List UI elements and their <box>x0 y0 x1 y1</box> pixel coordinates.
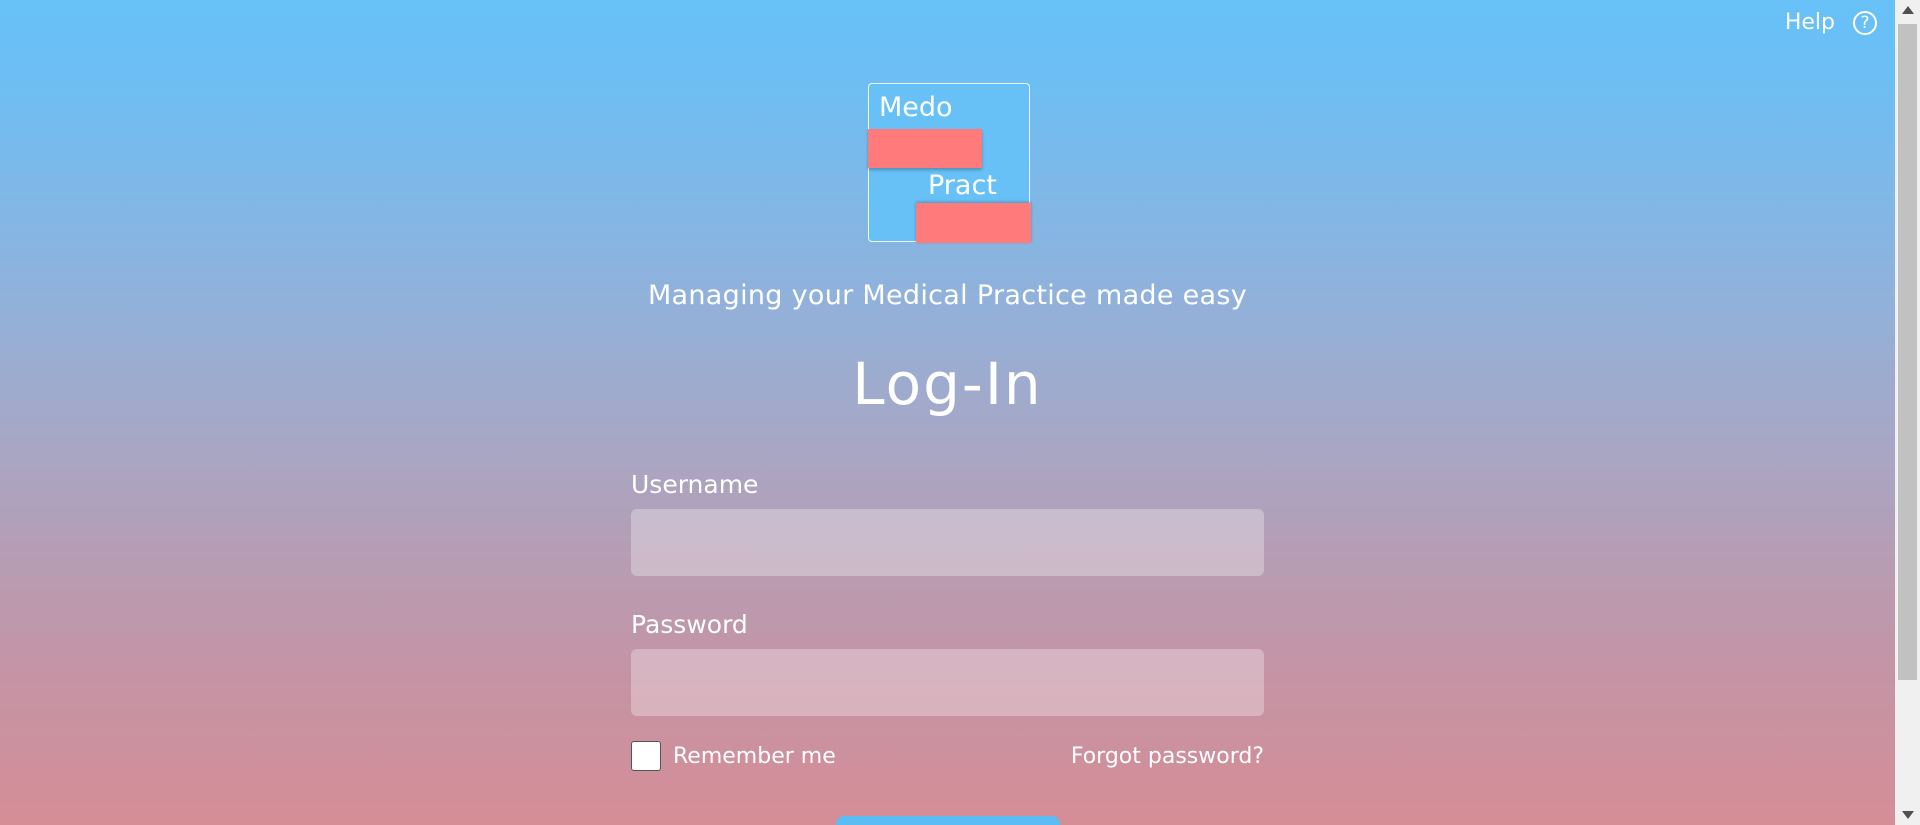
scroll-down-arrow-icon[interactable] <box>1902 811 1914 819</box>
remember-me: Remember me <box>631 741 836 771</box>
vertical-scrollbar[interactable] <box>1895 0 1920 825</box>
logo-bar-bottom <box>916 203 1031 243</box>
form-options-row: Remember me Forgot password? <box>631 741 1264 771</box>
logo-bar-top <box>868 129 982 168</box>
forgot-password-link[interactable]: Forgot password? <box>1071 744 1264 769</box>
medopract-logo: Medo Pract <box>868 83 1031 243</box>
login-button[interactable] <box>836 816 1060 825</box>
username-group: Username <box>631 470 1264 576</box>
logo-text-bottom: Pract <box>928 170 997 201</box>
logo-text-top: Medo <box>879 92 953 123</box>
help-link[interactable]: Help ? <box>1785 10 1877 35</box>
page-title: Log-In <box>852 350 1043 418</box>
help-label: Help <box>1784 10 1835 35</box>
password-input[interactable] <box>631 649 1264 716</box>
tagline: Managing your Medical Practice made easy <box>647 280 1248 311</box>
login-form: Username Password Remember me Forgot pas… <box>631 470 1264 771</box>
login-page: Help ? Medo Pract Managing your Medical … <box>0 0 1895 825</box>
password-label: Password <box>631 610 748 639</box>
scroll-thumb[interactable] <box>1898 24 1917 680</box>
username-input[interactable] <box>631 509 1264 576</box>
remember-me-label: Remember me <box>673 743 836 769</box>
scroll-up-arrow-icon[interactable] <box>1902 6 1914 14</box>
remember-me-checkbox[interactable] <box>631 741 661 771</box>
username-label: Username <box>631 470 759 499</box>
question-circle-icon: ? <box>1853 10 1877 35</box>
password-group: Password <box>631 610 1264 716</box>
